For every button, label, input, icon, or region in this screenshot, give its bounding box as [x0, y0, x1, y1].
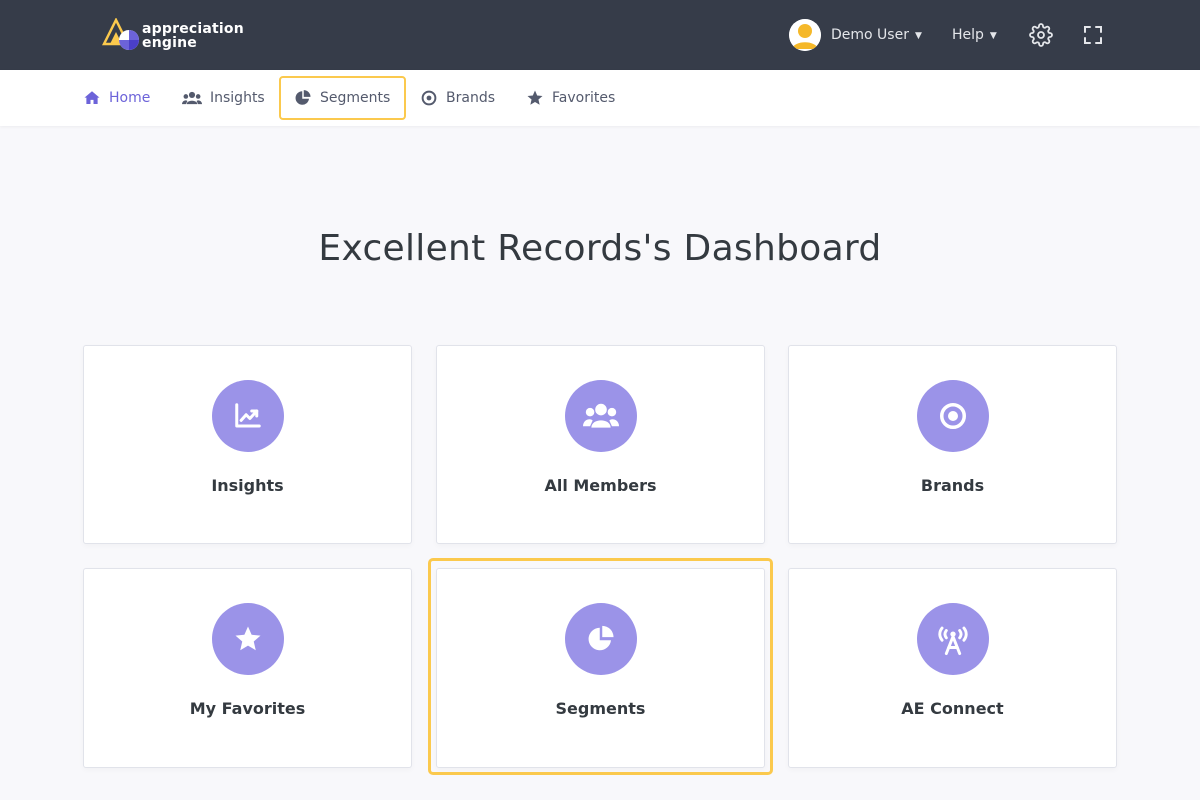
star-icon	[526, 89, 544, 107]
nav-brands[interactable]: Brands	[420, 70, 495, 126]
fullscreen-icon	[1084, 26, 1102, 44]
card-label: My Favorites	[189, 699, 306, 718]
card-ae-connect[interactable]: AE Connect	[788, 568, 1117, 768]
pie-chart-icon	[294, 89, 312, 107]
logo-text: appreciation engine	[142, 22, 244, 50]
avatar	[789, 19, 821, 51]
nav-home[interactable]: Home	[83, 70, 150, 126]
fullscreen-button[interactable]	[1081, 23, 1105, 47]
users-icon	[582, 403, 619, 428]
user-menu[interactable]: Demo User ▼	[789, 19, 922, 51]
card-my-favorites[interactable]: My Favorites	[83, 568, 412, 768]
help-label: Help	[952, 27, 984, 43]
card-insights[interactable]: Insights	[83, 345, 412, 544]
chevron-down-icon: ▼	[914, 30, 922, 41]
broadcast-tower-icon	[937, 626, 968, 656]
card-all-members[interactable]: All Members	[436, 345, 765, 544]
logo-icon	[102, 18, 139, 50]
user-name: Demo User	[831, 27, 909, 43]
card-brands[interactable]: Brands	[788, 345, 1117, 544]
target-icon	[939, 403, 966, 429]
help-menu[interactable]: Help ▼	[952, 24, 997, 46]
card-label: Brands	[920, 476, 985, 495]
card-label: AE Connect	[901, 699, 1004, 718]
card-label: All Members	[544, 476, 657, 495]
home-icon	[83, 89, 101, 107]
page-title: Excellent Records's Dashboard	[318, 228, 882, 269]
card-icon-circle	[564, 380, 637, 452]
nav-favorites[interactable]: Favorites	[526, 70, 615, 126]
card-icon-circle	[211, 380, 284, 452]
card-label: Segments	[555, 699, 646, 718]
gear-icon	[1029, 23, 1053, 47]
app-logo[interactable]: appreciation engine	[102, 18, 244, 54]
card-icon-circle	[916, 603, 989, 675]
chart-line-icon	[234, 403, 261, 428]
user-avatar-icon	[789, 19, 821, 51]
nav-segments-label: Segments	[320, 90, 391, 106]
users-icon	[182, 89, 202, 107]
card-icon-circle	[916, 380, 989, 452]
top-header: appreciation engine Demo User ▼ Help ▼	[0, 0, 1200, 70]
chevron-down-icon: ▼	[989, 30, 997, 41]
logo-line1: appreciation	[142, 21, 244, 37]
card-label: Insights	[211, 476, 284, 495]
settings-button[interactable]	[1029, 23, 1053, 47]
star-icon	[235, 626, 260, 651]
nav-insights[interactable]: Insights	[182, 70, 265, 126]
card-icon-circle	[211, 603, 284, 675]
main-nav: Home Insights Segments Brands Favorites	[0, 70, 1200, 126]
card-icon-circle	[564, 603, 637, 675]
logo-line2: engine	[142, 35, 197, 51]
nav-insights-label: Insights	[210, 90, 265, 106]
nav-favorites-label: Favorites	[552, 90, 616, 106]
card-segments[interactable]: Segments	[436, 568, 765, 768]
nav-segments[interactable]: Segments	[294, 70, 390, 126]
nav-brands-label: Brands	[446, 90, 495, 106]
target-icon	[420, 89, 438, 107]
pie-chart-icon	[588, 625, 613, 651]
nav-home-label: Home	[109, 90, 151, 106]
